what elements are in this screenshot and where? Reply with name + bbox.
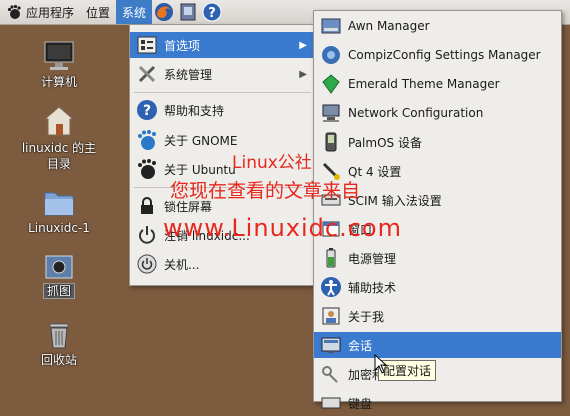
- menu-item-shutdown[interactable]: 关机...: [130, 251, 315, 277]
- trash-icon: [49, 323, 69, 349]
- home-folder-icon: [43, 106, 75, 136]
- qt-icon: [322, 162, 340, 180]
- desktop-icon-label: 抓图: [42, 283, 75, 299]
- menu-separator: [134, 187, 311, 188]
- submenu-item-encryption[interactable]: 加密和...: [314, 361, 561, 387]
- submenu-item-label: Emerald Theme Manager: [348, 77, 500, 91]
- menu-item-label: 关于 Ubuntu: [164, 162, 236, 177]
- submenu-item-palmos[interactable]: PalmOS 设备: [314, 129, 561, 155]
- menu-item-label: 注销 linuxidc...: [164, 228, 250, 243]
- menu-item-about-ubuntu[interactable]: 关于 Ubuntu: [130, 156, 315, 182]
- preferences-submenu: Awn Manager CompizConfig Settings Manage…: [313, 10, 562, 411]
- places-menu[interactable]: 位置: [80, 0, 116, 24]
- keyboard-icon: [321, 397, 341, 409]
- submenu-item-label: 辅助技术: [348, 280, 397, 295]
- battery-icon: [326, 248, 336, 268]
- network-icon: [322, 104, 340, 122]
- submenu-item-accessibility[interactable]: 辅助技术: [314, 274, 561, 300]
- desktop-icon-computer[interactable]: 计算机: [17, 40, 101, 90]
- submenu-item-sessions[interactable]: 会话: [314, 332, 561, 358]
- desktop-icon-label: 回收站: [40, 353, 77, 367]
- submenu-arrow-icon: ▶: [299, 68, 307, 80]
- gnome-icon: [138, 130, 156, 150]
- submenu-item-label: 会话: [348, 338, 373, 353]
- firefox-icon[interactable]: [154, 2, 174, 22]
- menu-separator: [134, 92, 311, 93]
- submenu-item-about-me[interactable]: 关于我: [314, 303, 561, 329]
- mouse-cursor-icon: [374, 354, 388, 374]
- desktop-icon-screenshot[interactable]: 抓图: [17, 253, 101, 299]
- applications-menu[interactable]: 应用程序: [0, 0, 80, 24]
- submenu-item-awn-manager[interactable]: Awn Manager: [314, 13, 561, 39]
- menu-item-label: 首选项: [164, 38, 201, 53]
- system-menu[interactable]: 系统: [116, 0, 153, 24]
- desktop-icon-trash[interactable]: 回收站: [17, 320, 101, 368]
- system-label: 系统: [122, 5, 147, 20]
- svg-text:?: ?: [143, 103, 151, 119]
- submenu-item-label: 键盘: [348, 396, 373, 411]
- shutdown-icon: [137, 254, 157, 274]
- help-icon[interactable]: ?: [202, 2, 222, 22]
- submenu-item-emerald[interactable]: Emerald Theme Manager: [314, 71, 561, 97]
- awn-icon: [321, 18, 341, 34]
- folder-icon: [44, 192, 74, 216]
- keys-icon: [322, 366, 338, 383]
- menu-item-label: 系统管理: [164, 67, 213, 82]
- screenshot-file-icon: [45, 255, 73, 279]
- applications-label: 应用程序: [26, 5, 75, 20]
- preferences-icon: [137, 36, 157, 54]
- places-label: 位置: [86, 5, 111, 20]
- computer-icon: [44, 41, 74, 70]
- compiz-icon: [322, 46, 340, 64]
- desktop-icon-folder[interactable]: Linuxidc-1: [17, 188, 101, 236]
- desktop-icon-home[interactable]: linuxidc 的主目录: [17, 104, 101, 172]
- lock-icon: [141, 197, 153, 214]
- submenu-item-qt4[interactable]: Qt 4 设置: [314, 158, 561, 184]
- submenu-item-label: CompizConfig Settings Manager: [348, 48, 541, 62]
- menu-item-administration[interactable]: 系统管理 ▶: [130, 61, 315, 87]
- menu-item-label: 关机...: [164, 257, 200, 272]
- ubuntu-gnome-icon: [138, 159, 156, 179]
- desktop-icon-label: Linuxidc-1: [28, 221, 90, 235]
- menu-item-preferences[interactable]: 首选项 ▶: [130, 32, 315, 58]
- accessibility-icon: [321, 277, 341, 297]
- system-dropdown-menu: 首选项 ▶ 系统管理 ▶ ? 帮助和支持 关于 GNOME 关于 Ubuntu: [129, 24, 316, 286]
- text-editor-icon[interactable]: [178, 2, 198, 22]
- gnome-foot-icon: [7, 4, 21, 19]
- menu-item-help[interactable]: ? 帮助和支持: [130, 97, 315, 123]
- submenu-item-keyboard[interactable]: 键盘: [314, 390, 561, 416]
- tools-icon: [138, 65, 156, 83]
- submenu-item-label: 关于我: [348, 309, 385, 324]
- svg-text:?: ?: [208, 6, 216, 21]
- submenu-item-scim[interactable]: SCIM 输入法设置: [314, 187, 561, 213]
- about-me-icon: [322, 307, 340, 325]
- submenu-item-label: SCIM 输入法设置: [348, 193, 442, 208]
- submenu-item-label: 窗口: [348, 222, 373, 237]
- menu-item-logout[interactable]: 注销 linuxidc...: [130, 222, 315, 248]
- keyboard-icon: [321, 194, 341, 206]
- submenu-item-label: PalmOS 设备: [348, 135, 422, 150]
- menu-item-label: 锁住屏幕: [164, 199, 213, 214]
- menu-item-about-gnome[interactable]: 关于 GNOME: [130, 127, 315, 153]
- submenu-item-compiz[interactable]: CompizConfig Settings Manager: [314, 42, 561, 68]
- submenu-item-label: Qt 4 设置: [348, 164, 402, 179]
- window-icon: [322, 221, 340, 237]
- logout-icon: [139, 226, 155, 244]
- submenu-item-network[interactable]: Network Configuration: [314, 100, 561, 126]
- submenu-item-label: 电源管理: [348, 251, 397, 266]
- palm-device-icon: [325, 132, 337, 152]
- menu-item-label: 帮助和支持: [164, 103, 225, 118]
- emerald-icon: [322, 74, 340, 94]
- submenu-item-label: Network Configuration: [348, 106, 484, 120]
- session-icon: [321, 337, 341, 353]
- submenu-item-window[interactable]: 窗口: [314, 216, 561, 242]
- submenu-arrow-icon: ▶: [299, 39, 307, 51]
- submenu-item-label: Awn Manager: [348, 19, 430, 33]
- menu-item-label: 关于 GNOME: [164, 133, 238, 148]
- help-icon: ?: [137, 100, 157, 120]
- desktop-icon-label: linuxidc 的主目录: [21, 141, 97, 171]
- menu-item-lock-screen[interactable]: 锁住屏幕: [130, 193, 315, 219]
- desktop-icon-label: 计算机: [40, 75, 77, 89]
- submenu-item-power[interactable]: 电源管理: [314, 245, 561, 271]
